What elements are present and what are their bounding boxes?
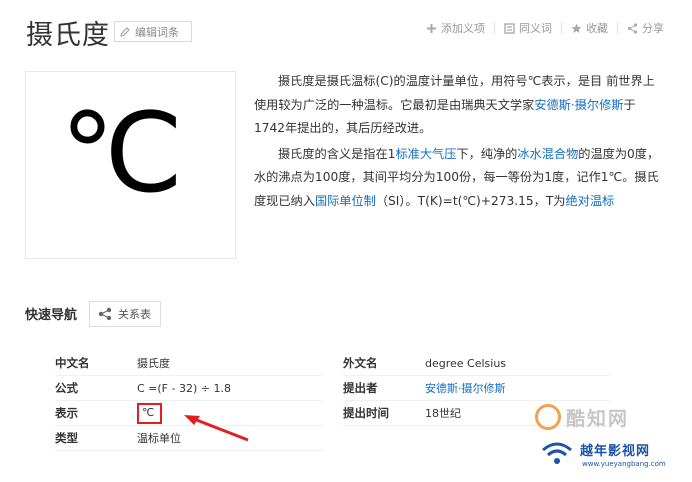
link-anders-celsius[interactable]: 安德斯·摄尔修斯 xyxy=(534,98,623,112)
synonym-icon xyxy=(504,22,515,34)
info-value: 温标单位 xyxy=(137,432,181,445)
info-row: 提出者 安德斯·摄尔修斯 xyxy=(343,376,611,401)
info-key: 表示 xyxy=(55,406,78,420)
edit-entry-button[interactable]: 编辑词条 xyxy=(114,21,192,42)
link-proposer[interactable]: 安德斯·摄尔修斯 xyxy=(425,380,506,396)
celsius-symbol: ℃ xyxy=(60,89,184,217)
share-button[interactable]: 分享 xyxy=(627,20,664,36)
plus-icon xyxy=(427,23,436,33)
relation-table-button[interactable]: 关系表 xyxy=(89,301,161,327)
share-icon xyxy=(627,22,638,34)
info-value: 摄氏度 xyxy=(137,357,170,370)
info-value: C =(F - 32) ÷ 1.8 xyxy=(137,381,231,395)
wifi-icon xyxy=(542,442,572,464)
watermark: 酷知网 越年影视网 www.yueyangbang.com xyxy=(530,400,690,480)
watermark-url: www.yueyangbang.com xyxy=(582,460,666,468)
link-absolute-scale[interactable]: 绝对温标 xyxy=(565,194,614,208)
info-value: degree Celsius xyxy=(425,356,507,370)
quick-nav-label: 快速导航 xyxy=(25,308,78,323)
top-actions: 添加义项 同义词 收藏 分享 xyxy=(426,20,664,36)
info-key: 类型 xyxy=(55,431,78,445)
info-row: 公式 C =(F - 32) ÷ 1.8 xyxy=(55,376,323,401)
link-standard-atmosphere[interactable]: 标准大气压 xyxy=(395,147,456,161)
summary-image[interactable]: ℃ xyxy=(25,71,236,259)
link-si-units[interactable]: 国际单位制 xyxy=(315,194,376,208)
info-key: 公式 xyxy=(55,381,78,395)
synonym-button[interactable]: 同义词 xyxy=(504,20,552,36)
star-icon xyxy=(571,23,582,33)
info-value: 18世纪 xyxy=(425,407,461,420)
watermark-logo-icon xyxy=(535,404,561,430)
summary-paragraph-2: 摄氏度的含义是指在1标准大气压下，纯净的冰水混合物的温度为0度，水的沸点为100… xyxy=(254,146,660,208)
info-row: 外文名 degree Celsius xyxy=(343,351,611,376)
red-arrow-icon xyxy=(184,415,249,442)
watermark-text-2: 越年影视网 xyxy=(580,444,651,459)
favorite-button[interactable]: 收藏 xyxy=(571,20,608,36)
summary-paragraph-1: 摄氏度是摄氏温标(C)的温度计量单位，用符号℃表示，是目 前世界上使用较为广泛的… xyxy=(254,74,655,135)
info-key: 外文名 xyxy=(343,356,378,370)
info-row: 中文名 摄氏度 xyxy=(55,351,323,376)
relation-icon xyxy=(98,307,112,321)
info-key: 中文名 xyxy=(55,356,90,370)
watermark-text-1: 酷知网 xyxy=(566,408,630,430)
link-ice-water-mixture[interactable]: 冰水混合物 xyxy=(517,147,578,161)
edit-entry-label: 编辑词条 xyxy=(135,25,179,39)
highlighted-symbol: ℃ xyxy=(137,402,163,424)
page-title: 摄氏度 xyxy=(26,20,110,51)
summary: 摄氏度是摄氏温标(C)的温度计量单位，用符号℃表示，是目 前世界上使用较为广泛的… xyxy=(254,70,666,215)
add-meaning-button[interactable]: 添加义项 xyxy=(426,20,485,36)
info-key: 提出时间 xyxy=(343,406,389,420)
pencil-icon xyxy=(120,26,130,37)
info-key: 提出者 xyxy=(343,381,378,395)
